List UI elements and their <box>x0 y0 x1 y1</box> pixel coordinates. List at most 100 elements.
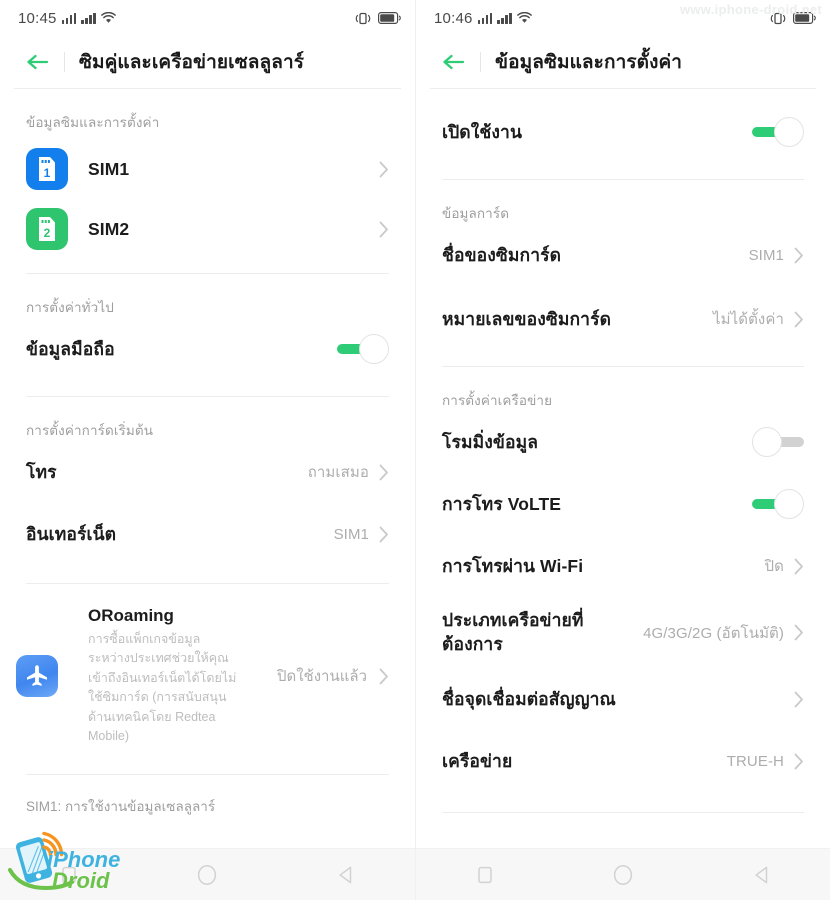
list-item-wifi-calling[interactable]: การโทรผ่าน Wi-Fi ปิด <box>442 541 804 591</box>
toggle-knob <box>359 334 389 364</box>
group-label-general: การตั้งค่าทั่วไป <box>26 300 114 315</box>
list-item-apn[interactable]: ชื่อจุดเชื่อมต่อสัญญาณ <box>442 674 804 724</box>
title-bar: ซิมคู่และเครือข่ายเซลลูลาร์ <box>0 36 415 88</box>
list-item-internet[interactable]: อินเทอร์เน็ต SIM1 <box>26 509 389 559</box>
status-bar-left: 10:46 <box>434 10 532 27</box>
section-divider <box>442 812 804 814</box>
list-item-label: เปิดใช้งาน <box>442 122 523 142</box>
list-item-label: การโทรผ่าน Wi-Fi <box>442 556 584 576</box>
back-arrow-icon[interactable] <box>24 48 52 76</box>
list-item-value: ปิด <box>764 558 784 575</box>
oroaming-icon-wrap <box>16 655 68 698</box>
chevron-right-icon <box>379 221 389 238</box>
status-bar-right <box>355 12 401 25</box>
settings-list: ข้อมูลซิมและการตั้งค่า 1 SIM1 2 SIM2 การ… <box>0 89 415 900</box>
android-nav-bar <box>416 848 830 900</box>
settings-pad: เปิดใช้งาน ข้อมูลการ์ด ชื่อของซิมการ์ด S… <box>416 107 830 814</box>
back-triangle-icon[interactable] <box>739 852 785 898</box>
list-item-oroaming[interactable]: ORoaming การซื้อแพ็กเกจข้อมูลระหว่างประเ… <box>16 596 389 756</box>
home-circle-icon[interactable] <box>184 852 230 898</box>
signal-bars-icon <box>61 12 77 24</box>
list-item-sim-name[interactable]: ชื่อของซิมการ์ด SIM1 <box>442 230 804 280</box>
svg-text:2: 2 <box>44 226 51 240</box>
list-item-value: ถามเสมอ <box>307 464 369 481</box>
status-bar-right <box>770 12 816 25</box>
list-item-value: SIM1 <box>748 246 784 264</box>
section-divider <box>26 583 389 584</box>
list-item-label: ชื่อจุดเชื่อมต่อสัญญาณ <box>442 689 616 710</box>
status-bar: 10:45 <box>0 0 415 36</box>
chevron-right-icon <box>794 311 804 328</box>
chevron-right-icon <box>794 247 804 264</box>
dual-screenshot-canvas: 10:45 ซิมคู่และเครือข่ายเซลลูลาร์ ข้อมูล… <box>0 0 830 900</box>
battery-icon <box>378 12 401 24</box>
settings-pad: ข้อมูลซิมและการตั้งค่า 1 SIM1 2 SIM2 การ… <box>0 89 415 817</box>
chevron-right-icon <box>379 464 389 481</box>
chevron-right-icon <box>794 558 804 575</box>
list-item-data-roaming[interactable]: โรมมิ่งข้อมูล <box>442 417 804 467</box>
list-item-value: TRUE-H <box>726 752 784 770</box>
group-label-sim-info: ข้อมูลซิมและการตั้งค่า <box>26 115 160 130</box>
list-item-value: ไม่ได้ตั้งค่า <box>712 311 784 328</box>
list-item-label: เครือข่าย <box>442 751 513 772</box>
settings-list: เปิดใช้งาน ข้อมูลการ์ด ชื่อของซิมการ์ด S… <box>416 89 830 900</box>
status-time: 10:46 <box>434 9 473 27</box>
oroaming-description: การซื้อแพ็กเกจข้อมูลระหว่างประเทศช่วยให้… <box>88 632 237 743</box>
chevron-right-icon <box>379 526 389 543</box>
list-item-label: การโทร VoLTE <box>442 494 562 514</box>
list-item-mobile-data[interactable]: ข้อมูลมือถือ <box>26 324 389 374</box>
chevron-right-icon <box>794 691 804 708</box>
title-bar: ข้อมูลซิมและการตั้งค่า <box>416 36 830 88</box>
toggle-knob <box>774 489 804 519</box>
toggle-knob <box>752 427 782 457</box>
data-roaming-toggle[interactable] <box>752 427 804 457</box>
list-item-preferred-network-type[interactable]: ประเภทเครือข่ายที่ต้องการ 4G/3G/2G (อัตโ… <box>442 603 804 662</box>
page-title: ข้อมูลซิมและการตั้งค่า <box>495 52 683 73</box>
list-item-network-operator[interactable]: เครือข่าย TRUE-H <box>442 736 804 786</box>
left-phone-screen: 10:45 ซิมคู่และเครือข่ายเซลลูลาร์ ข้อมูล… <box>0 0 415 900</box>
list-item-sim2[interactable]: 2 SIM2 <box>26 199 389 259</box>
vibrate-icon <box>355 12 371 25</box>
signal-bars-icon <box>477 12 493 24</box>
list-item-enable[interactable]: เปิดใช้งาน <box>442 107 804 157</box>
list-item-label: ข้อมูลมือถือ <box>26 339 115 359</box>
back-arrow-icon[interactable] <box>440 48 468 76</box>
list-item-sim-number[interactable]: หมายเลขของซิมการ์ด ไม่ได้ตั้งค่า <box>442 294 804 344</box>
status-bar-left: 10:45 <box>18 10 116 27</box>
oroaming-status-wrap: ปิดใช้งานแล้ว <box>277 664 389 688</box>
home-circle-icon[interactable] <box>600 852 646 898</box>
oroaming-status: ปิดใช้งานแล้ว <box>276 668 367 686</box>
recents-square-icon[interactable] <box>462 852 508 898</box>
airplane-icon <box>16 655 58 698</box>
group-label-network-settings: การตั้งค่าเครือข่าย <box>442 393 553 408</box>
list-item-volte[interactable]: การโทร VoLTE <box>442 479 804 529</box>
chevron-right-icon <box>379 668 389 685</box>
toggle-knob <box>774 117 804 147</box>
enable-sim-toggle[interactable] <box>752 117 804 147</box>
right-phone-screen: 10:46 www.iphone-droid.net ข้อมูลซิมและก… <box>415 0 830 900</box>
oroaming-text-block: ORoaming การซื้อแพ็กเกจข้อมูลระหว่างประเ… <box>88 606 238 746</box>
chevron-right-icon <box>379 161 389 178</box>
wifi-icon <box>100 12 116 24</box>
list-item-label: SIM1 <box>88 158 130 179</box>
list-item-value: SIM1 <box>333 525 369 543</box>
group-label-default-card: การตั้งค่าการ์ดเริ่มต้น <box>26 423 154 438</box>
group-label-sim1-data-usage: SIM1: การใช้งานข้อมูลเซลลูลาร์ <box>26 799 216 815</box>
wifi-icon <box>516 12 532 24</box>
oroaming-title: ORoaming <box>88 606 174 625</box>
status-time: 10:45 <box>18 9 57 27</box>
list-item-calls[interactable]: โทร ถามเสมอ <box>26 447 389 497</box>
chevron-right-icon <box>794 624 804 641</box>
signal-bars-icon <box>81 12 96 24</box>
sim1-card-icon: 1 <box>26 148 68 190</box>
list-item-sim1[interactable]: 1 SIM1 <box>26 139 389 199</box>
recents-square-icon[interactable] <box>46 852 92 898</box>
mobile-data-toggle[interactable] <box>337 334 389 364</box>
list-item-label: ชื่อของซิมการ์ด <box>442 245 562 265</box>
page-title: ซิมคู่และเครือข่ายเซลลูลาร์ <box>79 52 305 73</box>
volte-toggle[interactable] <box>752 489 804 519</box>
battery-icon <box>793 12 816 24</box>
title-separator <box>64 52 65 72</box>
signal-bars-icon <box>497 12 512 24</box>
back-triangle-icon[interactable] <box>323 852 369 898</box>
